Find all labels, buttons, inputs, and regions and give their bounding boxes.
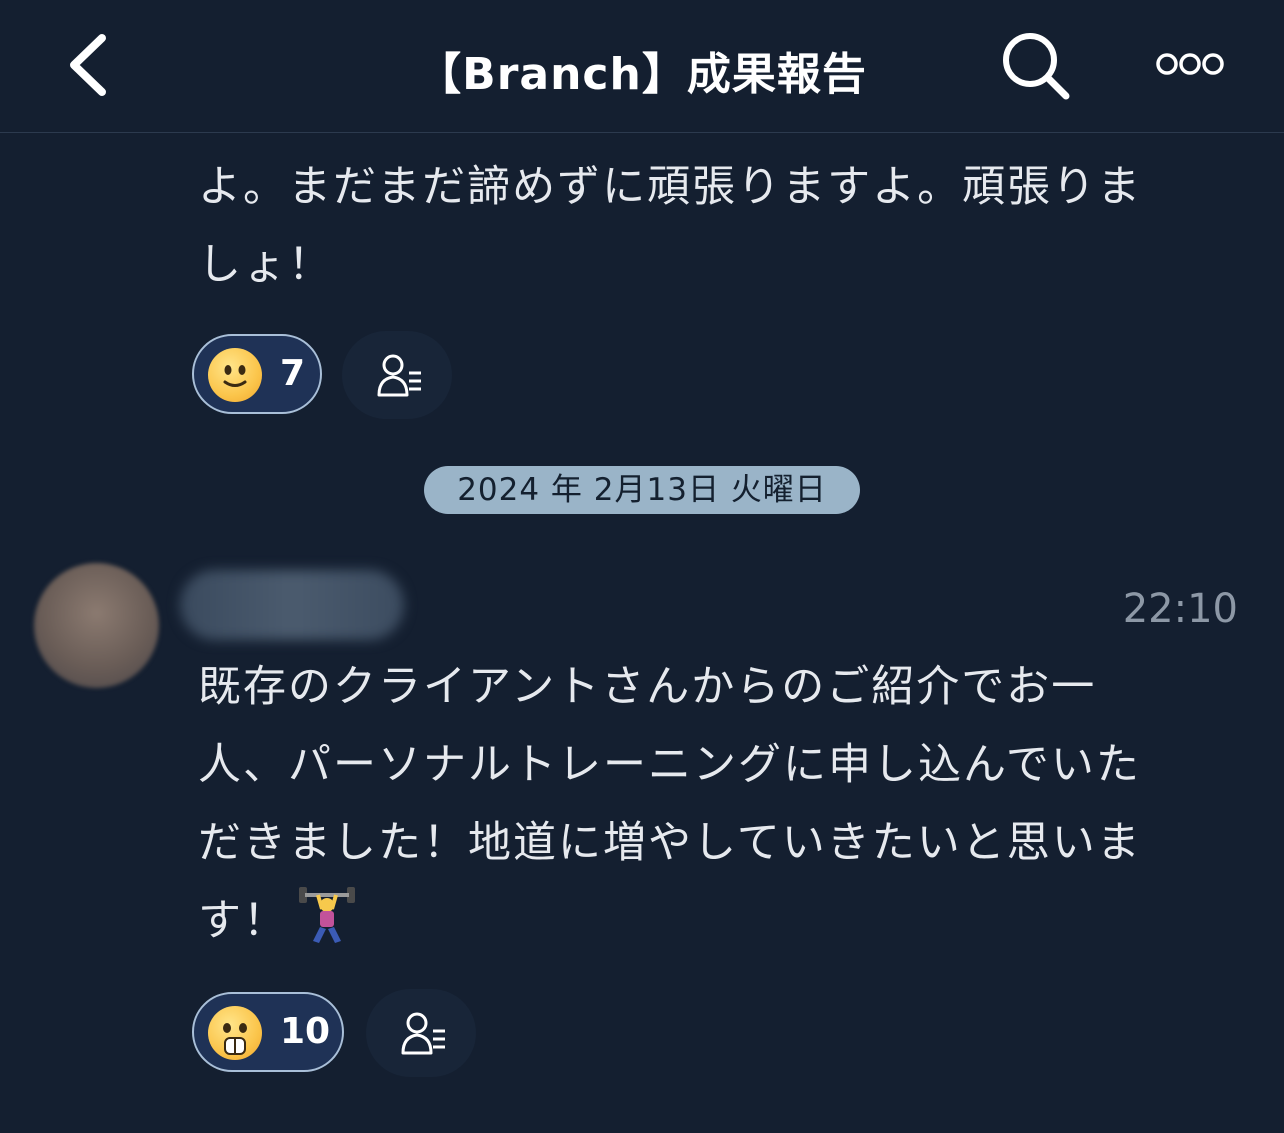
more-horizontal-icon	[1156, 53, 1224, 75]
face-holding-back-tears-icon	[208, 1006, 262, 1060]
message-line: よ。まだまだ諦めずに頑張りますよ。頑張りま	[198, 162, 1143, 212]
message-line-text: す！	[198, 896, 288, 946]
reaction-count: 7	[280, 353, 306, 394]
search-icon	[1003, 33, 1070, 100]
reactors-list-icon	[377, 354, 421, 397]
message-line: す！	[198, 882, 1218, 960]
reaction-count: 10	[280, 1011, 331, 1052]
message-line: しょ！	[198, 240, 333, 290]
sender-name-blurred	[180, 570, 404, 640]
search-button[interactable]	[998, 30, 1072, 102]
slightly-smiling-face-icon	[208, 348, 262, 402]
reactors-list-button[interactable]	[342, 331, 452, 419]
message-line: 既存のクライアントさんからのご紹介でお一	[198, 662, 1097, 712]
reactors-list-icon	[401, 1012, 445, 1055]
message-text: よ。まだまだ諦めずに頑張りますよ。頑張りま しょ！	[198, 148, 1218, 304]
weightlifter-icon	[299, 887, 355, 943]
chat-title: 【Branch】成果報告	[417, 49, 867, 100]
message-line: 人、パーソナルトレーニングに申し込んでいた	[198, 740, 1141, 790]
reaction-button[interactable]: 10	[192, 992, 344, 1072]
reactors-list-button[interactable]	[366, 989, 476, 1077]
reaction-button[interactable]: 7	[192, 334, 322, 414]
chat-header: 【Branch】成果報告	[0, 0, 1284, 133]
more-options-button[interactable]	[1152, 44, 1232, 84]
message-text: 既存のクライアントさんからのご紹介でお一 人、パーソナルトレーニングに申し込んで…	[198, 648, 1218, 960]
date-separator: 2024 年 2月13日 火曜日	[424, 466, 860, 514]
message-time: 22:10	[1122, 586, 1238, 632]
avatar[interactable]	[34, 563, 159, 688]
message-line: だきました！地道に増やしていきたいと思いま	[198, 818, 1142, 868]
